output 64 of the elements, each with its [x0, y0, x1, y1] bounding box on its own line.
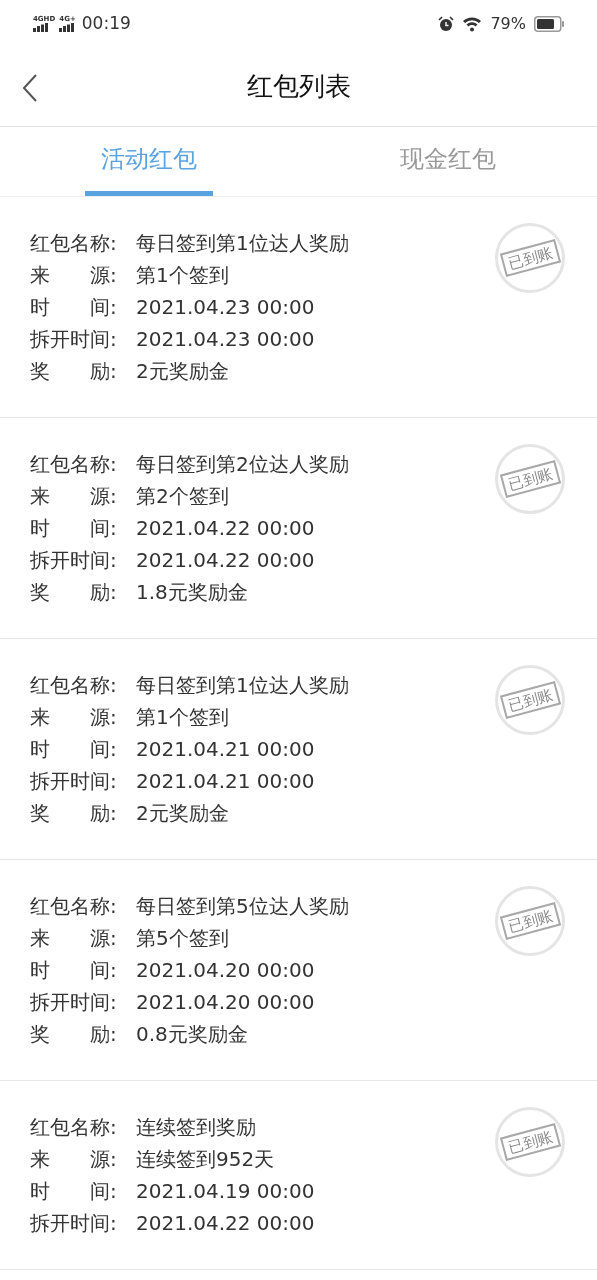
field-value: 2021.04.19 00:00 [136, 1178, 315, 1205]
field-value: 0.8元奖励金 [136, 1021, 248, 1048]
signal-icon [33, 22, 49, 32]
field-label: 时 间: [30, 736, 118, 763]
field-value: 每日签到第5位达人奖励 [136, 893, 349, 920]
received-stamp: 已到账 [495, 665, 565, 735]
field-label: 拆开时间: [30, 547, 118, 574]
signal-icon [59, 22, 76, 32]
field-value: 2021.04.22 00:00 [136, 1210, 315, 1237]
field-value: 第1个签到 [136, 262, 229, 289]
field-value: 2元奖励金 [136, 800, 229, 827]
field-label: 红包名称: [30, 451, 118, 478]
field-label: 拆开时间: [30, 326, 118, 353]
battery-icon [534, 15, 564, 32]
field-value: 第2个签到 [136, 483, 229, 510]
tab[interactable]: 现金红包 [383, 127, 512, 196]
field-label: 红包名称: [30, 1114, 118, 1141]
field-value: 1.8元奖励金 [136, 579, 248, 606]
field-label: 奖 励: [30, 358, 118, 385]
field-label: 时 间: [30, 515, 118, 542]
field-label: 来 源: [30, 483, 118, 510]
field-label: 红包名称: [30, 893, 118, 920]
received-stamp: 已到账 [495, 444, 565, 514]
field-label: 红包名称: [30, 672, 118, 699]
field-value: 第5个签到 [136, 925, 229, 952]
field-value: 连续签到奖励 [136, 1114, 256, 1141]
battery-percent: 79% [490, 12, 526, 35]
alarm-icon [438, 15, 455, 32]
received-stamp: 已到账 [495, 886, 565, 956]
field-value: 2021.04.20 00:00 [136, 957, 315, 984]
field-value: 2021.04.22 00:00 [136, 547, 315, 574]
field-label: 红包名称: [30, 230, 118, 257]
wifi-icon [462, 15, 483, 32]
page-title: 红包列表 [246, 70, 351, 103]
field-label: 奖 励: [30, 579, 118, 606]
field-value: 连续签到952天 [136, 1146, 275, 1173]
tab[interactable]: 活动红包 [85, 127, 214, 196]
received-stamp: 已到账 [495, 1107, 565, 1177]
field-value: 每日签到第1位达人奖励 [136, 230, 349, 257]
field-value: 2021.04.23 00:00 [136, 294, 315, 321]
field-value: 每日签到第2位达人奖励 [136, 451, 349, 478]
field-label: 来 源: [30, 704, 118, 731]
field-label: 时 间: [30, 957, 118, 984]
clock: 00:19 [81, 11, 131, 35]
field-value: 2021.04.22 00:00 [136, 515, 315, 542]
field-value: 2021.04.21 00:00 [136, 736, 315, 763]
field-value: 2021.04.20 00:00 [136, 989, 315, 1016]
field-value: 每日签到第1位达人奖励 [136, 672, 349, 699]
field-label: 时 间: [30, 294, 118, 321]
received-stamp: 已到账 [495, 223, 565, 293]
field-value: 2元奖励金 [136, 358, 229, 385]
field-label: 拆开时间: [30, 768, 118, 795]
field-value: 第1个签到 [136, 704, 229, 731]
field-label: 拆开时间: [30, 1210, 118, 1237]
field-value: 2021.04.21 00:00 [136, 768, 315, 795]
field-label: 来 源: [30, 262, 118, 289]
field-value: 2021.04.23 00:00 [136, 326, 315, 353]
field-label: 来 源: [30, 925, 118, 952]
chevron-left-icon [22, 73, 38, 103]
field-label: 来 源: [30, 1146, 118, 1173]
field-label: 奖 励: [30, 800, 118, 827]
field-label: 时 间: [30, 1178, 118, 1205]
field-label: 奖 励: [30, 1021, 118, 1048]
field-label: 拆开时间: [30, 989, 118, 1016]
